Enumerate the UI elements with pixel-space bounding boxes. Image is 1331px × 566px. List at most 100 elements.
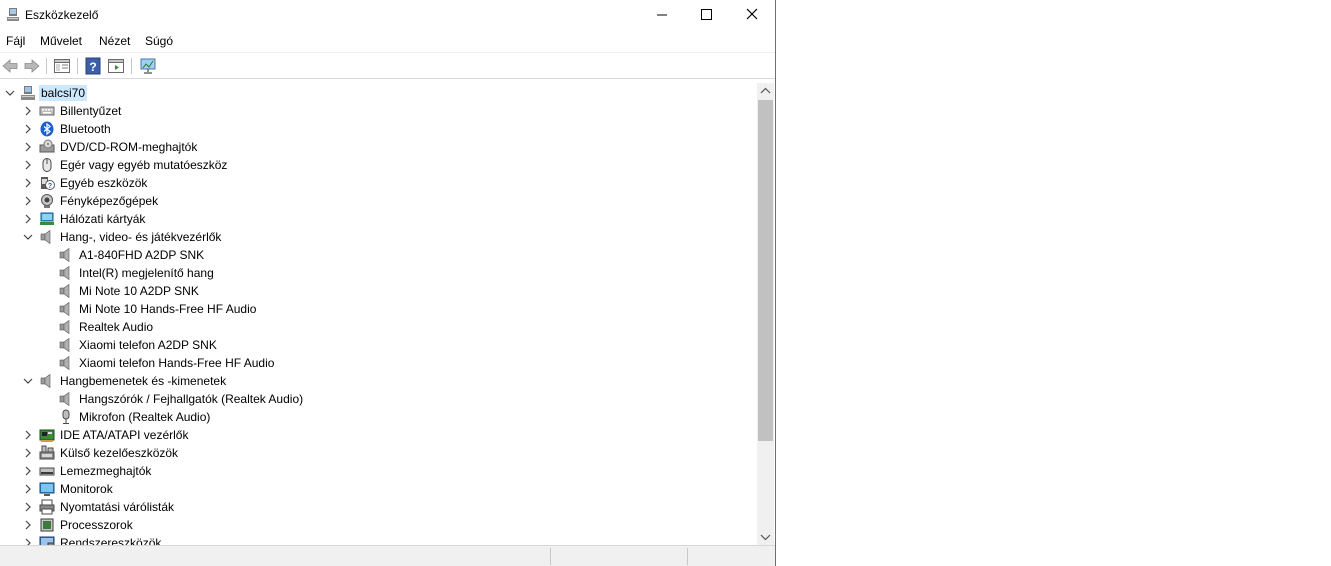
speaker-icon bbox=[40, 229, 51, 245]
tree-device-item[interactable]: Xiaomi telefon Hands-Free HF Audio bbox=[0, 354, 756, 372]
tree-item-label: Fényképezőgépek bbox=[60, 194, 159, 208]
tree-device-item[interactable]: A1-840FHD A2DP SNK bbox=[0, 246, 756, 264]
bluetooth-icon bbox=[40, 121, 54, 137]
forward-icon[interactable] bbox=[23, 57, 41, 75]
tree-item-label: Hangszórók / Fejhallgatók (Realtek Audio… bbox=[79, 392, 304, 406]
tree-category-item[interactable]: Nyomtatási várólisták bbox=[0, 498, 756, 516]
properties-icon[interactable] bbox=[53, 57, 71, 75]
back-icon[interactable] bbox=[1, 57, 19, 75]
tree-root-label[interactable]: balcsi70 bbox=[39, 85, 88, 101]
chevron-right-icon[interactable] bbox=[22, 483, 34, 495]
chevron-right-icon[interactable] bbox=[22, 195, 34, 207]
menu-action[interactable]: Művelet bbox=[40, 34, 82, 48]
tree-item-label: Xiaomi telefon A2DP SNK bbox=[79, 338, 217, 352]
tree-item-label: Mi Note 10 A2DP SNK bbox=[79, 284, 199, 298]
speaker-icon bbox=[59, 247, 70, 263]
toolbar-separator bbox=[46, 58, 47, 74]
tree-device-item[interactable]: Hangszórók / Fejhallgatók (Realtek Audio… bbox=[0, 390, 756, 408]
close-button[interactable] bbox=[729, 0, 775, 30]
speaker-icon bbox=[40, 373, 51, 389]
ide-controller-icon bbox=[39, 429, 55, 442]
speaker-icon bbox=[59, 301, 70, 317]
system-devices-icon bbox=[39, 536, 55, 545]
menu-file[interactable]: Fájl bbox=[6, 34, 25, 48]
scrollbar-thumb[interactable] bbox=[758, 100, 773, 441]
tree-device-item[interactable]: Intel(R) megjelenítő hang bbox=[0, 264, 756, 282]
speaker-icon bbox=[59, 319, 70, 335]
tree-category-item[interactable]: Lemezmeghajtók bbox=[0, 462, 756, 480]
chevron-right-icon[interactable] bbox=[22, 213, 34, 225]
tree-item-label: Egyéb eszközök bbox=[60, 176, 148, 190]
menu-view[interactable]: Nézet bbox=[99, 34, 130, 48]
show-hide-icon[interactable] bbox=[107, 57, 125, 75]
tree-device-item[interactable]: Mikrofon (Realtek Audio) bbox=[0, 408, 756, 426]
tree-category-item[interactable]: Külső kezelőeszközök bbox=[0, 444, 756, 462]
maximize-icon bbox=[701, 9, 712, 20]
tree-item-label: Mikrofon (Realtek Audio) bbox=[79, 410, 211, 424]
tree-category-item[interactable]: DVD/CD-ROM-meghajtók bbox=[0, 138, 756, 156]
chevron-down-icon[interactable] bbox=[22, 231, 34, 243]
chevron-down-icon[interactable] bbox=[22, 375, 34, 387]
tree-item-label: Bluetooth bbox=[60, 122, 111, 136]
scan-monitor-icon[interactable] bbox=[139, 57, 157, 75]
tree-category-item[interactable]: Billentyűzet bbox=[0, 102, 756, 120]
mouse-icon bbox=[42, 158, 52, 172]
hid-icon bbox=[39, 445, 55, 460]
tree-device-item[interactable]: Realtek Audio bbox=[0, 318, 756, 336]
camera-icon bbox=[41, 194, 53, 208]
chevron-right-icon[interactable] bbox=[22, 519, 34, 531]
tree-device-item[interactable]: Mi Note 10 Hands-Free HF Audio bbox=[0, 300, 756, 318]
tree-category-item[interactable]: Processzorok bbox=[0, 516, 756, 534]
chevron-right-icon[interactable] bbox=[22, 447, 34, 459]
network-icon bbox=[40, 212, 54, 225]
tree-item-label: DVD/CD-ROM-meghajtók bbox=[60, 140, 198, 154]
tree-item-label: Hálózati kártyák bbox=[60, 212, 146, 226]
tree-category-item[interactable]: Hang-, video- és játékvezérlők bbox=[0, 228, 756, 246]
chevron-right-icon[interactable] bbox=[22, 123, 34, 135]
chevron-right-icon[interactable] bbox=[22, 105, 34, 117]
chevron-right-icon[interactable] bbox=[22, 177, 34, 189]
chevron-down-icon[interactable] bbox=[4, 87, 16, 99]
toolbar-separator bbox=[77, 58, 78, 74]
chevron-right-icon[interactable] bbox=[22, 537, 34, 545]
chevron-right-icon[interactable] bbox=[22, 429, 34, 441]
help-icon[interactable]: ? bbox=[84, 57, 102, 75]
tree-device-item[interactable]: Mi Note 10 A2DP SNK bbox=[0, 282, 756, 300]
speaker-icon bbox=[59, 391, 70, 407]
tree-item-label: Mi Note 10 Hands-Free HF Audio bbox=[79, 302, 257, 316]
tree-root[interactable]: balcsi70 bbox=[0, 84, 756, 102]
toolbar-separator bbox=[131, 58, 132, 74]
scroll-up-icon[interactable] bbox=[757, 83, 774, 100]
chevron-right-icon[interactable] bbox=[22, 465, 34, 477]
printer-icon bbox=[39, 499, 55, 515]
minimize-button[interactable] bbox=[639, 0, 685, 30]
chevron-right-icon[interactable] bbox=[22, 141, 34, 153]
tree-item-label: Xiaomi telefon Hands-Free HF Audio bbox=[79, 356, 275, 370]
svg-text:?: ? bbox=[48, 183, 52, 190]
tree-item-label: Billentyűzet bbox=[60, 104, 122, 118]
tree-category-item[interactable]: IDE ATA/ATAPI vezérlők bbox=[0, 426, 756, 444]
device-manager-window: Eszközkezelő Fájl Művelet Nézet Súgó ? b… bbox=[0, 0, 776, 566]
scroll-down-icon[interactable] bbox=[757, 528, 774, 545]
maximize-button[interactable] bbox=[683, 0, 729, 30]
title-bar[interactable]: Eszközkezelő bbox=[0, 0, 775, 30]
tree-category-item[interactable]: Hangbemenetek és -kimenetek bbox=[0, 372, 756, 390]
chevron-right-icon[interactable] bbox=[22, 501, 34, 513]
tree-category-item[interactable]: ? Egyéb eszközök bbox=[0, 174, 756, 192]
menu-help[interactable]: Súgó bbox=[145, 34, 173, 48]
tree-device-item[interactable]: Xiaomi telefon A2DP SNK bbox=[0, 336, 756, 354]
status-divider bbox=[687, 548, 688, 565]
tree-category-item[interactable]: Bluetooth bbox=[0, 120, 756, 138]
tree-category-item[interactable]: Monitorok bbox=[0, 480, 756, 498]
status-divider bbox=[550, 548, 551, 565]
vertical-scrollbar[interactable] bbox=[757, 83, 774, 545]
tree-category-item[interactable]: Egér vagy egyéb mutatóeszköz bbox=[0, 156, 756, 174]
tree-item-label: A1-840FHD A2DP SNK bbox=[79, 248, 205, 262]
unknown-device-icon: ? bbox=[41, 177, 55, 190]
tree-category-item[interactable]: Hálózati kártyák bbox=[0, 210, 756, 228]
tree-category-item[interactable]: Fényképezőgépek bbox=[0, 192, 756, 210]
tree-category-item[interactable]: Rendszereszközök bbox=[0, 534, 756, 545]
chevron-right-icon[interactable] bbox=[22, 159, 34, 171]
device-tree[interactable]: balcsi70 Billentyűzet Bluetooth DVD/CD-ROM… bbox=[0, 83, 756, 545]
tree-item-label: Egér vagy egyéb mutatóeszköz bbox=[60, 158, 228, 172]
